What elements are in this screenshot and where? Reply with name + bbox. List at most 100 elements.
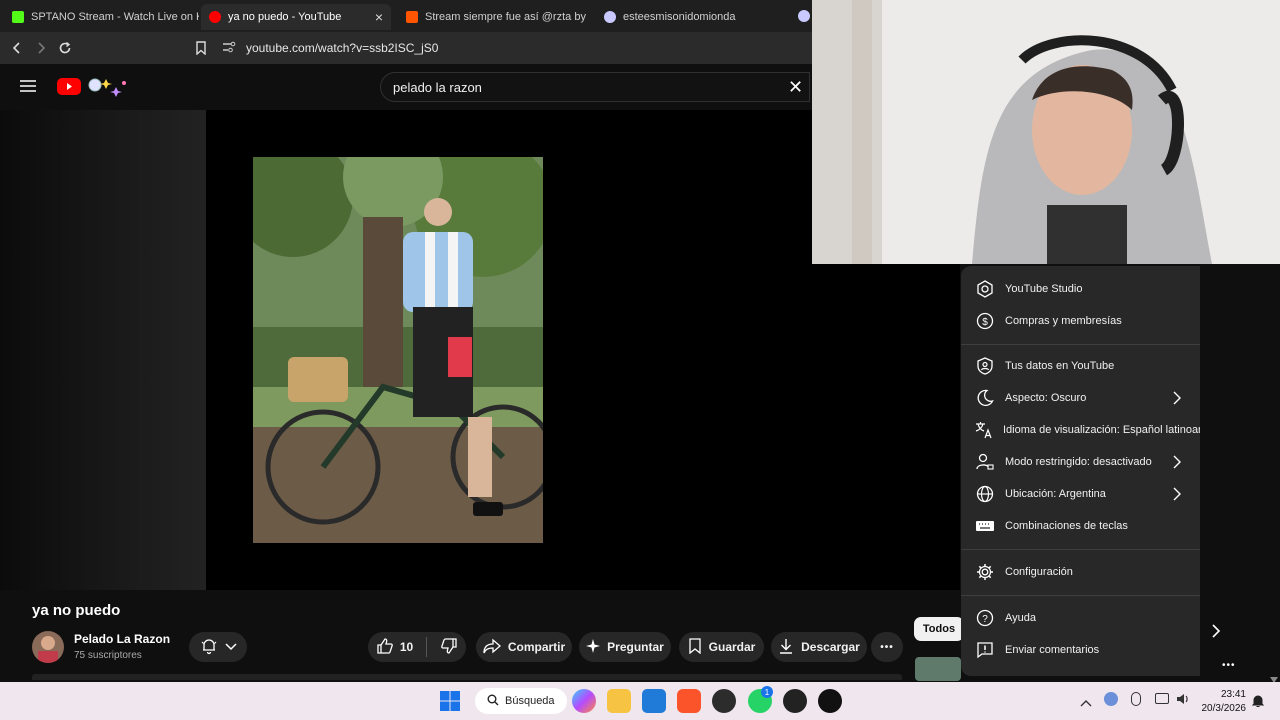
menu-item-label: Ubicación: Argentina [1005,488,1106,500]
volume-icon[interactable] [1176,692,1190,711]
like-count: 10 [399,640,414,654]
file-explorer-icon[interactable] [607,689,631,713]
chevron-right-icon [1173,391,1181,408]
save-button[interactable]: Guardar [679,632,764,662]
menu-item-label: Combinaciones de teclas [1005,520,1128,532]
globe-icon [975,484,995,504]
menu-separator [961,595,1200,596]
windows-start-icon[interactable] [440,691,460,716]
reload-icon[interactable] [55,38,75,58]
share-label: Compartir [507,640,566,654]
studio-icon [975,279,995,299]
sparkle-icon [586,638,601,656]
dislike-button[interactable] [440,637,458,658]
notifications-button[interactable] [189,632,247,662]
webcam-overlay [812,0,1280,264]
search-icon [487,694,499,709]
app-icon[interactable] [712,689,736,713]
address-bar[interactable]: youtube.com/watch?v=ssb2ISC_jS0 [222,36,810,60]
channel-avatar[interactable] [32,631,64,663]
site-info-icon[interactable] [222,41,236,56]
feedback-icon [975,640,995,660]
media-player-icon[interactable] [818,689,842,713]
store-icon[interactable] [642,689,666,713]
bell-icon [200,637,218,658]
tab-youtube[interactable]: ya no puedo - YouTube × [201,4,391,30]
forward-icon[interactable] [31,38,51,58]
onedrive-icon[interactable] [1104,692,1118,706]
gear-icon [975,562,995,582]
share-icon [483,638,501,657]
menu-item-settings[interactable]: Configuración [961,556,1200,588]
menu-item-label: Aspecto: Oscuro [1005,392,1087,404]
menu-item-appearance[interactable]: Aspecto: Oscuro [961,382,1200,414]
menu-separator [961,344,1200,345]
tray-overflow-icon[interactable] [1080,694,1092,712]
menu-item-restricted-mode[interactable]: Modo restringido: desactivado [961,446,1200,478]
network-icon[interactable] [1155,693,1169,704]
menu-item-label: Compras y membresías [1005,315,1122,327]
youtube-header: pelado la razon ✕ [0,64,812,110]
tab-label: esteesmisonidomionda [623,11,736,23]
close-tab-icon[interactable]: × [375,9,383,25]
chip-next-icon[interactable] [1210,624,1222,643]
download-button[interactable]: Descargar [771,632,867,662]
clock-time[interactable]: 23:41 [1198,689,1246,700]
notifications-bell-icon[interactable] [1251,694,1265,713]
clear-search-icon[interactable]: ✕ [788,78,803,96]
share-button[interactable]: Compartir [476,632,572,662]
menu-item-language[interactable]: Idioma de visualización: Español latinoa… [961,414,1200,446]
menu-item-studio[interactable]: YouTube Studio [961,273,1200,305]
menu-item-label: Enviar comentarios [1005,644,1100,656]
svg-text:?: ? [982,614,988,625]
tab-label: Stream siempre fue así @rzta by pibe [425,11,588,23]
bookmark-icon[interactable] [191,38,211,58]
microphone-icon[interactable] [1131,692,1141,706]
chevron-right-icon [1173,487,1181,504]
divider [426,637,428,657]
like-button[interactable]: 10 [376,637,413,658]
dollar-icon: $ [975,311,995,331]
channel-name[interactable]: Pelado La Razon [74,632,170,646]
chevron-down-icon [224,640,237,654]
ask-button[interactable]: Preguntar [579,632,671,662]
record-app-icon[interactable] [783,689,807,713]
notification-badge: 1 [761,686,773,698]
clock-date[interactable]: 20/3/2026 [1198,703,1247,714]
tab-generic[interactable]: esteesmisonidomionda [596,4,786,30]
thumbs-up-icon [376,637,394,658]
menu-separator [961,549,1200,550]
menu-item-location[interactable]: Ubicación: Argentina [961,478,1200,510]
more-actions-button[interactable]: ••• [871,632,903,662]
svg-text:$: $ [982,317,988,328]
windows-taskbar: Búsqueda 1 23:41 20/3/2026 [0,682,1280,720]
tab-overflow-icon[interactable] [798,10,810,22]
hamburger-menu-icon[interactable] [20,79,36,98]
search-input[interactable]: pelado la razon [380,72,810,102]
menu-item-label: Ayuda [1005,612,1036,624]
video-frame-photo [253,157,543,543]
taskbar-search[interactable]: Búsqueda [475,688,567,714]
menu-item-feedback[interactable]: Enviar comentarios [961,634,1200,666]
copilot-icon[interactable] [572,689,596,713]
related-video-thumbnail[interactable] [915,657,961,681]
youtube-logo[interactable] [57,78,81,95]
description-box[interactable] [32,674,902,680]
brave-browser-icon[interactable] [677,689,701,713]
chevron-right-icon [1173,455,1181,472]
related-more-icon[interactable]: ••• [1222,660,1236,671]
search-value: pelado la razon [393,79,482,95]
kick-icon [12,11,24,23]
menu-item-label: Tus datos en YouTube [1005,360,1115,372]
soundcloud-icon [406,11,418,23]
menu-item-help[interactable]: ? Ayuda [961,602,1200,634]
tab-soundcloud[interactable]: Stream siempre fue así @rzta by pibe [398,4,588,30]
back-icon[interactable] [7,38,27,58]
chip-all[interactable]: Todos [914,617,964,641]
tab-kick[interactable]: SPTANO Stream - Watch Live on Kick [4,4,199,30]
doodle-icon[interactable] [86,77,128,104]
menu-item-label: Configuración [1005,566,1073,578]
menu-item-shortcuts[interactable]: Combinaciones de teclas [961,510,1200,542]
menu-item-purchases[interactable]: $ Compras y membresías [961,305,1200,337]
menu-item-your-data[interactable]: Tus datos en YouTube [961,350,1200,382]
